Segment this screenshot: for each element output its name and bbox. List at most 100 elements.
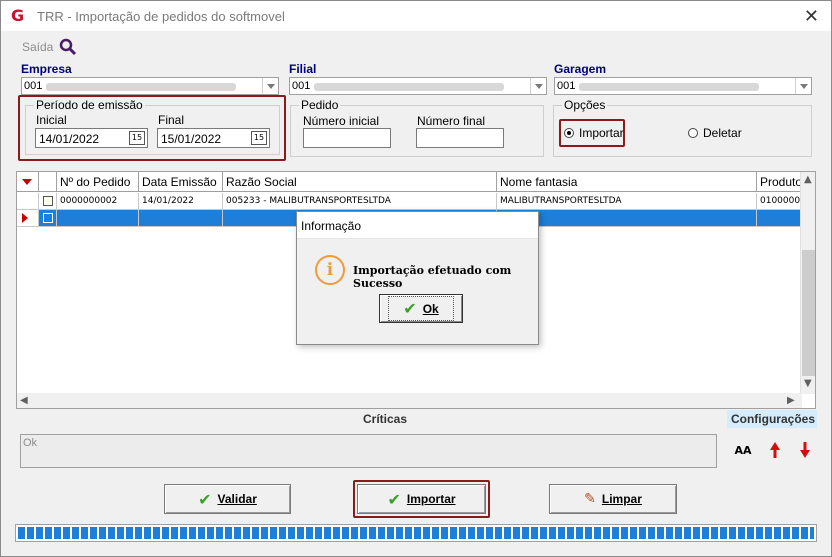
periodo-title: Período de emissão: [34, 98, 145, 112]
col-pedido[interactable]: Nº do Pedido: [57, 172, 139, 192]
progress-fill: [18, 527, 814, 539]
search-icon[interactable]: [59, 38, 77, 56]
check-icon: ✔: [387, 489, 401, 509]
importar-button[interactable]: ✔ Importar: [357, 484, 486, 514]
title-bar: G TRR - Importação de pedidos do softmov…: [1, 1, 831, 31]
scroll-thumb[interactable]: [802, 250, 815, 376]
cell-produto: 01000009 -: [757, 193, 802, 210]
empresa-select[interactable]: 001: [21, 77, 279, 95]
chevron-down-icon[interactable]: [530, 78, 546, 94]
validar-label: Validar: [217, 492, 257, 506]
numero-final-input[interactable]: [416, 128, 504, 148]
garagem-label: Garagem: [554, 62, 607, 76]
sort-arrow-icon: [22, 179, 32, 185]
pedido-title: Pedido: [299, 98, 341, 112]
limpar-label: Limpar: [601, 492, 642, 506]
eraser-icon: ✎: [584, 491, 596, 507]
scroll-up-icon[interactable]: ▲: [804, 174, 812, 185]
table-row[interactable]: 0000000002 14/01/2022 005233 - MALIBUTRA…: [17, 193, 802, 210]
date-inicial-value: 14/01/2022: [39, 132, 100, 146]
date-final-input[interactable]: 15/01/2022 15: [157, 128, 270, 148]
cell-data: 14/01/2022: [139, 193, 223, 210]
criticas-memo[interactable]: Ok: [20, 434, 717, 468]
validar-button[interactable]: ✔ Validar: [164, 484, 291, 514]
arrow-down-icon[interactable]: [795, 441, 815, 459]
current-row-arrow-icon: [22, 213, 28, 223]
font-size-icon[interactable]: AA: [733, 444, 753, 462]
scroll-left-icon[interactable]: ◀: [20, 395, 28, 406]
info-dialog: Informação i Importação efetuado com Suc…: [296, 211, 539, 345]
filial-label: Filial: [289, 62, 317, 76]
empresa-value: 001: [24, 80, 43, 92]
criticas-label: Críticas: [363, 412, 408, 426]
filial-value: 001: [292, 80, 311, 92]
numero-inicial-input[interactable]: [303, 128, 391, 148]
row-checkbox-cell[interactable]: [39, 193, 57, 210]
cell-fantasia: MALIBUTRANSPORTESLTDA: [497, 193, 757, 210]
row-indicator: [17, 193, 39, 210]
section-bar: Críticas Configurações: [15, 410, 817, 428]
calendar-icon[interactable]: 15: [251, 131, 267, 145]
final-label: Final: [158, 113, 185, 127]
chevron-down-icon[interactable]: [795, 78, 811, 94]
chevron-down-icon[interactable]: [262, 78, 278, 94]
radio-importar-label: Importar: [579, 126, 624, 140]
date-final-value: 15/01/2022: [161, 132, 222, 146]
menu-saida[interactable]: Saída: [22, 40, 53, 54]
cell-redacted: [57, 210, 139, 227]
filial-select[interactable]: 001: [289, 77, 547, 95]
row-checkbox-cell[interactable]: [39, 210, 57, 227]
garagem-value: 001: [557, 80, 576, 92]
radio-dot[interactable]: [564, 128, 574, 138]
close-button[interactable]: ✕: [804, 6, 819, 27]
empresa-label: Empresa: [21, 62, 72, 76]
check-icon: ✔: [198, 489, 212, 509]
cell-redacted: [139, 210, 223, 227]
numero-final-label: Número final: [417, 114, 486, 128]
dialog-title: Informação: [301, 219, 362, 233]
row-indicator: [17, 210, 39, 227]
cell-razao: 005233 - MALIBUTRANSPORTESLTDA: [223, 193, 497, 210]
info-icon: i: [315, 255, 345, 285]
garagem-select[interactable]: 001: [554, 77, 812, 95]
row-checkbox[interactable]: [43, 196, 53, 206]
limpar-button[interactable]: ✎ Limpar: [549, 484, 677, 514]
horizontal-scrollbar[interactable]: ◀ ▶: [17, 393, 802, 408]
grid-header: Nº do Pedido Data Emissão Razão Social N…: [17, 172, 815, 192]
date-inicial-input[interactable]: 14/01/2022 15: [35, 128, 148, 148]
col-nome-fantasia[interactable]: Nome fantasia: [497, 172, 757, 192]
ok-button[interactable]: ✔ Ok: [379, 294, 463, 323]
col-razao-social[interactable]: Razão Social: [223, 172, 497, 192]
check-icon: ✔: [403, 299, 417, 318]
redacted-text: [579, 83, 759, 91]
redacted-text: [314, 83, 504, 91]
vertical-scrollbar[interactable]: ▲ ▼: [800, 172, 815, 394]
radio-deletar-label: Deletar: [703, 126, 742, 140]
col-data-emissao[interactable]: Data Emissão: [139, 172, 223, 192]
scroll-right-icon[interactable]: ▶: [787, 395, 795, 406]
cell-redacted: [757, 210, 802, 227]
ok-label: Ok: [422, 301, 439, 316]
radio-dot[interactable]: [688, 128, 698, 138]
dialog-title-bar: Informação: [297, 212, 538, 239]
opcoes-title: Opções: [562, 98, 608, 112]
app-logo-icon: G: [11, 6, 25, 25]
row-checkbox[interactable]: [43, 213, 53, 223]
indicator-column[interactable]: [17, 172, 39, 192]
arrow-up-icon[interactable]: [765, 441, 785, 459]
scroll-down-icon[interactable]: ▼: [804, 378, 812, 389]
configuracoes-label: Configurações: [730, 412, 815, 426]
cell-pedido: 0000000002: [57, 193, 139, 210]
radio-deletar[interactable]: Deletar: [688, 126, 742, 140]
window-title: TRR - Importação de pedidos do softmovel: [37, 9, 285, 24]
main-window: G TRR - Importação de pedidos do softmov…: [0, 0, 832, 557]
dialog-message: Importação efetuado com Sucesso: [353, 264, 512, 290]
numero-inicial-label: Número inicial: [303, 114, 380, 128]
radio-importar[interactable]: Importar: [564, 126, 624, 140]
check-column[interactable]: [39, 172, 57, 192]
calendar-icon[interactable]: 15: [129, 131, 145, 145]
redacted-text: [46, 83, 236, 91]
importar-label: Importar: [406, 492, 456, 506]
inicial-label: Inicial: [36, 113, 67, 127]
progress-bar: [15, 524, 817, 542]
